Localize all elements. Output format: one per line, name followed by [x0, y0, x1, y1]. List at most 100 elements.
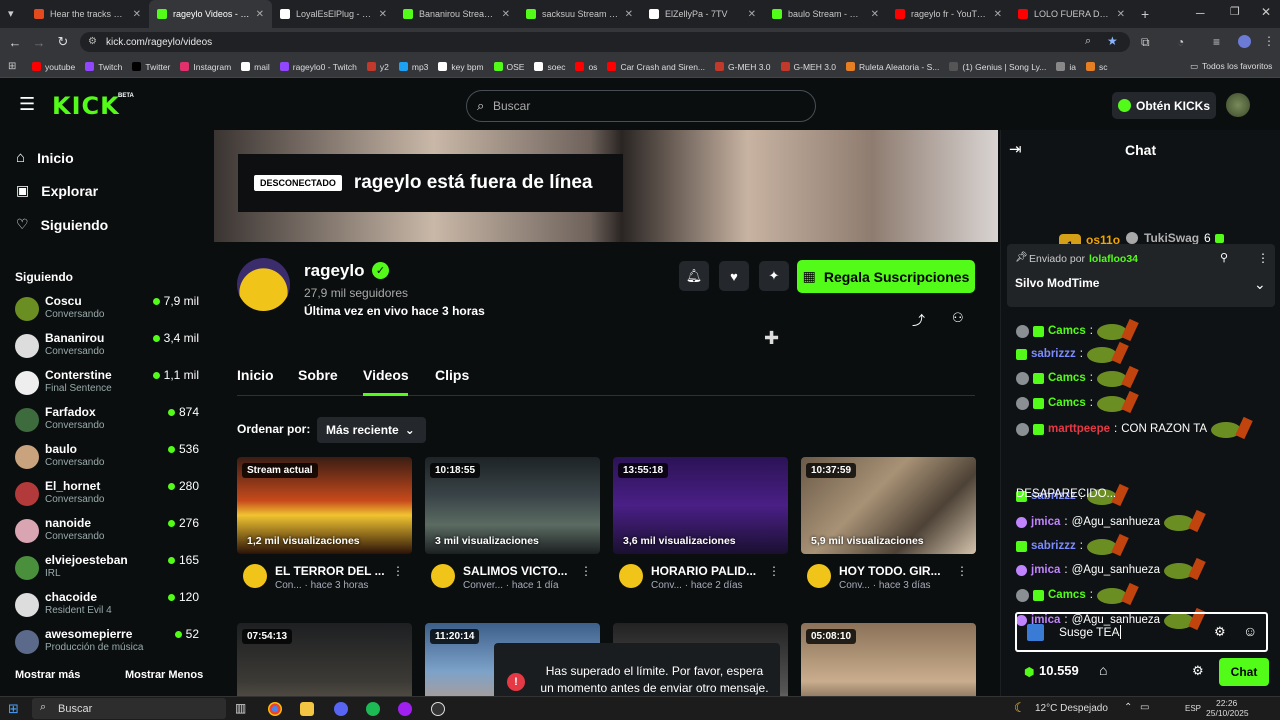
following-channel[interactable]: baulo Conversando 536 — [15, 442, 201, 478]
video-title[interactable]: HOY TODO. GIR... — [839, 564, 941, 578]
bookmark-item[interactable]: G-MEH 3.0 — [777, 62, 841, 72]
clock-date[interactable]: 25/10/2025 — [1206, 708, 1249, 718]
tab-close-icon[interactable]: ✕ — [133, 9, 141, 20]
chat-username[interactable]: jmica — [1031, 564, 1060, 576]
nav-explore[interactable]: ▣ Explorar — [16, 182, 98, 199]
weather-text[interactable]: 12°C Despejado — [1035, 703, 1108, 714]
zoom-icon[interactable]: ⌕ — [1085, 35, 1091, 48]
bookmark-item[interactable]: G-MEH 3.0 — [711, 62, 775, 72]
chat-username[interactable]: jmica — [1031, 516, 1060, 528]
notification-bell-button[interactable]: 🔔︎ — [679, 261, 709, 291]
bookmark-item[interactable]: mp3 — [395, 62, 433, 72]
discord-icon[interactable] — [334, 702, 348, 716]
video-thumbnail[interactable]: 10:18:55 3 mil visualizaciones — [425, 457, 600, 554]
tab-close-icon[interactable]: ✕ — [994, 9, 1002, 20]
video-title[interactable]: EL TERROR DEL ... — [275, 564, 385, 578]
site-info-icon[interactable]: ⚙ — [88, 36, 97, 47]
chat-username[interactable]: Camcs — [1048, 589, 1086, 601]
maximize-button[interactable]: ❐ — [1230, 5, 1240, 18]
store-icon[interactable]: ⌂ — [1099, 662, 1107, 678]
video-thumbnail[interactable]: 13:55:18 3,6 mil visualizaciones — [613, 457, 788, 554]
video-title[interactable]: HORARIO PALID... — [651, 564, 756, 578]
chat-username[interactable]: Camcs — [1048, 372, 1086, 384]
tab-close-icon[interactable]: ✕ — [502, 9, 510, 20]
back-icon[interactable]: ← — [3, 30, 27, 54]
bookmark-item[interactable]: os — [571, 62, 601, 72]
get-kicks-button[interactable]: Obtén KICKs — [1112, 92, 1216, 119]
bookmark-item[interactable]: y2 — [363, 62, 393, 72]
profile-sync-icon[interactable]: ◔ — [1177, 35, 1184, 49]
media-icon[interactable]: ≡ — [1213, 35, 1220, 49]
file-explorer-icon[interactable] — [300, 702, 314, 716]
bookmark-item[interactable]: Car Crash and Siren... — [603, 62, 709, 72]
browser-menu-icon[interactable]: ⋮ — [1263, 34, 1275, 48]
emote-menu-icon[interactable]: ⚙ — [1214, 624, 1226, 640]
unpin-icon[interactable]: ⚲ — [1220, 251, 1228, 264]
task-view-icon[interactable]: ▥ — [235, 701, 246, 715]
pinned-menu-icon[interactable]: ⋮ — [1257, 251, 1269, 265]
app-icon[interactable] — [398, 702, 412, 716]
browser-tab[interactable]: rageylo Videos - Wat ✕ — [149, 0, 272, 28]
tab-close-icon[interactable]: ✕ — [379, 9, 387, 20]
bookmark-item[interactable]: Twitch — [81, 62, 126, 72]
browser-tab[interactable]: Bananirou Stream - V ✕ — [395, 0, 518, 28]
nav-home[interactable]: ⌂ Inicio — [16, 149, 74, 166]
browser-tab[interactable]: sacksuu Stream - Wa ✕ — [518, 0, 641, 28]
browser-tab[interactable]: Hear the tracks you've ✕ — [26, 0, 149, 28]
user-avatar[interactable] — [1226, 93, 1250, 117]
video-menu-icon[interactable]: ⋮ — [392, 564, 404, 578]
video-menu-icon[interactable]: ⋮ — [580, 564, 592, 578]
following-channel[interactable]: Farfadox Conversando 874 — [15, 405, 201, 441]
bookmark-item[interactable]: Twitter — [128, 62, 174, 72]
sparkle-button[interactable]: ✦ — [759, 261, 789, 291]
taskbar-search[interactable]: ⌕ Buscar — [32, 698, 226, 719]
chat-username[interactable]: sabrizzz — [1031, 348, 1076, 360]
tab-close-icon[interactable]: ✕ — [256, 9, 264, 20]
obs-icon[interactable] — [431, 702, 445, 716]
chrome-icon[interactable] — [268, 702, 282, 716]
chat-settings-icon[interactable]: ⚙ — [1192, 663, 1204, 679]
video-menu-icon[interactable]: ⋮ — [768, 564, 780, 578]
tab-clips[interactable]: Clips — [435, 367, 469, 383]
search-input[interactable]: ⌕ Buscar — [466, 90, 816, 122]
tab-close-icon[interactable]: ✕ — [625, 9, 633, 20]
reload-icon[interactable]: ↻ — [51, 30, 75, 54]
video-channel-avatar[interactable] — [807, 564, 831, 588]
collapse-chat-icon[interactable]: ⇥ — [1009, 140, 1022, 158]
browser-tab[interactable]: baulo Stream - Watc ✕ — [764, 0, 887, 28]
kicks-balance[interactable]: 10.559 — [1039, 663, 1079, 678]
video-thumbnail[interactable]: Stream actual 1,2 mil visualizaciones — [237, 457, 412, 554]
tray-up-icon[interactable]: ⌃ — [1124, 702, 1132, 713]
tab-videos[interactable]: Videos — [363, 367, 409, 383]
network-icon[interactable]: ▭ — [1140, 702, 1149, 713]
bookmark-item[interactable]: youtube — [28, 62, 79, 72]
gift-subs-button[interactable]: ▦ Regala Suscripciones — [797, 260, 975, 293]
channel-avatar[interactable] — [237, 258, 290, 311]
bookmark-item[interactable]: Ruleta Aleatoria - S... — [842, 62, 943, 72]
profile-avatar[interactable] — [1238, 35, 1251, 48]
video-title[interactable]: SALIMOS VICTO... — [463, 564, 567, 578]
hamburger-menu-icon[interactable]: ☰ — [19, 94, 35, 115]
tab-about[interactable]: Sobre — [298, 367, 338, 383]
chat-username[interactable]: Camcs — [1048, 397, 1086, 409]
bookmark-item[interactable]: rageylo0 - Twitch — [276, 62, 361, 72]
following-channel[interactable]: Coscu Conversando 7,9 mil — [15, 294, 201, 330]
video-thumbnail[interactable]: 10:37:59 5,9 mil visualizaciones — [801, 457, 976, 554]
video-thumbnail[interactable]: 07:54:13 — [237, 623, 412, 696]
video-channel-avatar[interactable] — [243, 564, 267, 588]
chevron-down-icon[interactable]: ⌄ — [1254, 276, 1266, 293]
tab-close-icon[interactable]: ✕ — [1117, 9, 1125, 20]
apps-grid-icon[interactable]: ⊞ — [8, 61, 16, 72]
following-channel[interactable]: chacoide Resident Evil 4 120 — [15, 590, 201, 626]
clock-time[interactable]: 22:26 — [1216, 698, 1237, 708]
bookmark-item[interactable]: soec — [530, 62, 569, 72]
following-channel[interactable]: Conterstine Final Sentence 1,1 mil — [15, 368, 201, 404]
nav-following[interactable]: ♡ Siguiendo — [16, 216, 108, 233]
following-channel[interactable]: Bananirou Conversando 3,4 mil — [15, 331, 201, 367]
tab-close-icon[interactable]: ✕ — [871, 9, 879, 20]
chat-username[interactable]: marttpeepe — [1048, 423, 1110, 435]
windows-start-icon[interactable]: ⊞ — [8, 701, 19, 717]
add-user-icon[interactable]: ⚇ — [952, 310, 964, 326]
send-chat-button[interactable]: Chat — [1219, 658, 1269, 686]
kick-logo[interactable]: KICK — [52, 92, 120, 120]
